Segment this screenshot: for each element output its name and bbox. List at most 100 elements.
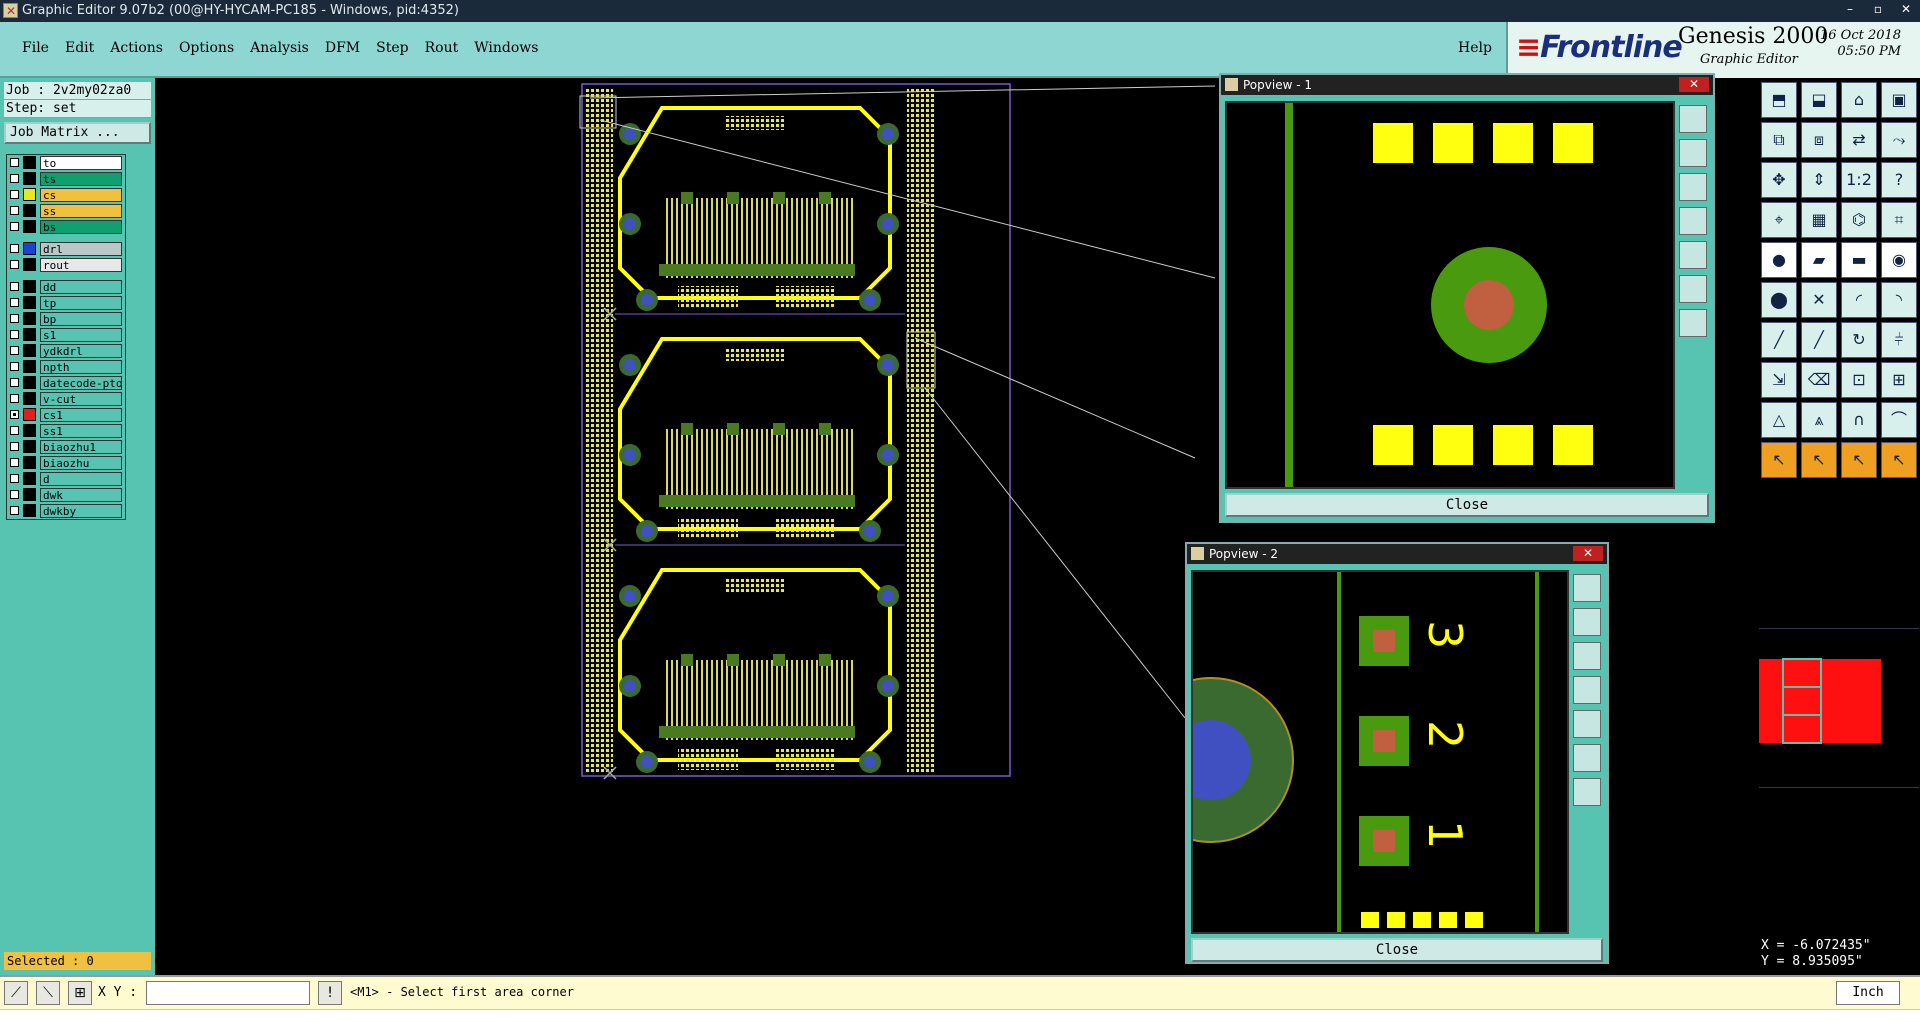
move-icon[interactable]: ✥ [1761,162,1797,198]
group-icon[interactable]: ⊞ [1881,362,1917,398]
layer-checkbox[interactable] [10,174,19,183]
layer-color-swatch[interactable] [23,188,36,201]
menu-file[interactable]: File [14,40,57,56]
layer-row[interactable]: bp [7,311,125,327]
slash2-icon[interactable]: ╱ [1801,322,1837,358]
mirror-icon[interactable]: ⇄ [1841,122,1877,158]
layer-color-swatch[interactable] [23,456,36,469]
layer-row[interactable]: dwk [7,487,125,503]
layer-row[interactable]: npth [7,359,125,375]
popview-1-close-x[interactable]: ✕ [1679,77,1709,92]
layer-checkbox[interactable] [10,206,19,215]
home-icon[interactable]: ⌂ [1841,82,1877,118]
layer-name[interactable]: bs [40,220,122,234]
layer-color-swatch[interactable] [23,504,36,517]
layer-checkbox[interactable] [10,490,19,499]
layer-checkbox[interactable] [10,190,19,199]
layer-name[interactable]: d [40,472,122,486]
layout-icon[interactable]: ▣ [1881,82,1917,118]
layer-row[interactable]: ss1 [7,423,125,439]
layer-checkbox[interactable] [10,298,19,307]
maximize-button[interactable]: ▫ [1864,0,1892,20]
layer-name[interactable]: rout [40,258,122,272]
layer-row[interactable]: dd [7,279,125,295]
popview-2-close-x[interactable]: ✕ [1573,546,1603,561]
info-icon[interactable]: ! [318,981,342,1005]
snap-icon[interactable]: ⟋ [4,981,28,1005]
layer-checkbox[interactable] [10,378,19,387]
layer-name[interactable]: to [40,156,122,170]
close-window-button[interactable]: ✕ [1892,0,1920,20]
slash-icon[interactable]: ╱ [1761,322,1797,358]
layer-color-swatch[interactable] [23,204,36,217]
layer-name[interactable]: ss [40,204,122,218]
arch2-icon[interactable]: ⌒ [1881,402,1917,438]
layer-checkbox[interactable] [10,362,19,371]
save-icon[interactable]: ⬓ [1801,82,1837,118]
layer-row[interactable]: s1 [7,327,125,343]
layer-row[interactable]: biaozhu [7,455,125,471]
select-icon[interactable]: ↖ [1761,442,1797,478]
popview-2-view[interactable]: 3 2 1 [1128,570,1569,934]
layer-name[interactable]: v-cut [40,392,122,406]
layer-checkbox[interactable] [10,330,19,339]
select4-icon[interactable]: ↖ [1881,442,1917,478]
layer-checkbox[interactable] [10,314,19,323]
help-icon[interactable]: ? [1881,162,1917,198]
layer-color-swatch[interactable] [23,156,36,169]
menu-dfm[interactable]: DFM [317,40,368,56]
stretch-icon[interactable]: ⇲ [1761,362,1797,398]
layer-checkbox[interactable] [10,426,19,435]
zoom-in-icon[interactable] [1573,608,1601,636]
layer-row[interactable]: drl [7,241,125,257]
layer-color-swatch[interactable] [23,376,36,389]
layer-checkbox[interactable] [10,442,19,451]
route-icon[interactable]: ⤳ [1881,122,1917,158]
pan-icon[interactable] [1573,676,1601,704]
overview-map[interactable] [1759,628,1919,788]
layer-checkbox[interactable] [10,474,19,483]
layer-checkbox[interactable] [10,506,19,515]
cross-icon[interactable]: ✕ [1801,282,1837,318]
layer-checkbox[interactable] [10,244,19,253]
layer-name[interactable]: dwkby [40,504,122,518]
layer-row[interactable]: v-cut [7,391,125,407]
zoom-out-icon[interactable] [1573,642,1601,670]
layer-row[interactable]: d [7,471,125,487]
cut-icon[interactable]: ⌫ [1801,362,1837,398]
layer-row[interactable]: rout [7,257,125,273]
node-icon[interactable]: ⬤ [1761,282,1797,318]
layer-row[interactable]: bs [7,219,125,235]
layer-color-swatch[interactable] [23,360,36,373]
layer-checkbox[interactable] [10,346,19,355]
layer-color-swatch[interactable] [23,408,36,421]
layer-name[interactable]: tp [40,296,122,310]
circle-icon[interactable]: ◉ [1881,242,1917,278]
pad-icon[interactable]: ● [1761,242,1797,278]
layer-color-swatch[interactable] [23,220,36,233]
pan-icon[interactable] [1679,207,1707,235]
layer-name[interactable]: drl [40,242,122,256]
zoom-area-icon[interactable] [1573,710,1601,738]
fit-icon[interactable]: ⊡ [1841,362,1877,398]
layer-name[interactable]: dd [40,280,122,294]
layer-color-swatch[interactable] [23,312,36,325]
layer-name[interactable]: biaozhu [40,456,122,470]
layer-row[interactable]: dwkby [7,503,125,519]
layer-color-swatch[interactable] [23,258,36,271]
fit-icon[interactable] [1573,744,1601,772]
layer-row[interactable]: tp [7,295,125,311]
layer-color-swatch[interactable] [23,472,36,485]
layer-color-swatch[interactable] [23,296,36,309]
layer-checkbox[interactable] [10,410,19,419]
dash-icon[interactable]: ▬ [1841,242,1877,278]
units-selector[interactable]: Inch [1836,981,1900,1005]
layer-color-swatch[interactable] [23,242,36,255]
layer-color-swatch[interactable] [23,172,36,185]
layer-name[interactable]: npth [40,360,122,374]
select2-icon[interactable]: ↖ [1801,442,1837,478]
layer-row[interactable]: ts [7,171,125,187]
layer-checkbox[interactable] [10,158,19,167]
tree-icon[interactable]: ⌗ [1881,202,1917,238]
layer-color-swatch[interactable] [23,424,36,437]
